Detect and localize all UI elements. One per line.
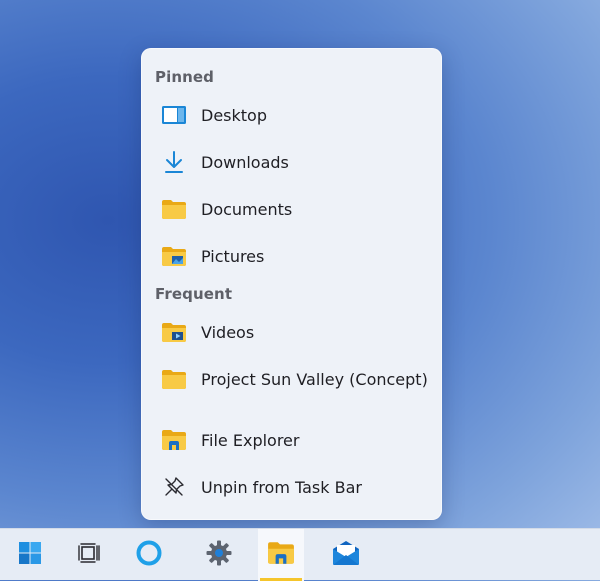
pinned-item-label: Desktop bbox=[201, 105, 267, 125]
action-label: Unpin from Task Bar bbox=[201, 477, 362, 497]
taskbar-task-view-button[interactable] bbox=[66, 529, 112, 581]
pinned-item-documents[interactable]: Documents bbox=[147, 189, 436, 229]
pinned-item-pictures[interactable]: Pictures bbox=[147, 236, 436, 276]
action-file-explorer[interactable]: File Explorer bbox=[147, 420, 436, 460]
pinned-header: Pinned bbox=[155, 68, 215, 86]
frequent-item-videos[interactable]: Videos bbox=[147, 312, 436, 352]
taskbar-mail-button[interactable] bbox=[323, 529, 369, 581]
frequent-header: Frequent bbox=[155, 285, 233, 303]
download-arrow-icon bbox=[161, 150, 187, 174]
pinned-item-downloads[interactable]: Downloads bbox=[147, 142, 436, 182]
pinned-item-desktop[interactable]: Desktop bbox=[147, 95, 436, 135]
taskbar bbox=[0, 528, 600, 581]
videos-folder-icon bbox=[161, 320, 187, 344]
taskbar-settings-button[interactable] bbox=[196, 529, 242, 581]
cortana-circle-icon bbox=[135, 539, 163, 571]
desktop-icon bbox=[161, 103, 187, 127]
taskbar-file-explorer-button[interactable] bbox=[258, 529, 304, 581]
taskbar-cortana-button[interactable] bbox=[126, 529, 172, 581]
folder-icon bbox=[161, 197, 187, 221]
action-label: File Explorer bbox=[201, 430, 300, 450]
mail-icon bbox=[331, 540, 361, 570]
taskbar-start-button[interactable] bbox=[7, 529, 53, 581]
unpin-icon bbox=[161, 475, 187, 499]
windows-start-icon bbox=[18, 541, 42, 569]
frequent-item-label: Project Sun Valley (Concept) bbox=[201, 369, 428, 389]
jump-list: Pinned Desktop Downloads Documents Pictu… bbox=[141, 48, 442, 520]
settings-gear-icon bbox=[205, 539, 233, 571]
frequent-item-label: Videos bbox=[201, 322, 255, 342]
pictures-folder-icon bbox=[161, 244, 187, 268]
folder-icon bbox=[161, 367, 187, 391]
pinned-item-label: Pictures bbox=[201, 246, 265, 266]
frequent-item-project-sun-valley[interactable]: Project Sun Valley (Concept) bbox=[147, 359, 436, 399]
pinned-item-label: Documents bbox=[201, 199, 293, 219]
task-view-icon bbox=[77, 542, 101, 568]
pinned-item-label: Downloads bbox=[201, 152, 289, 172]
file-explorer-icon bbox=[161, 428, 187, 452]
file-explorer-icon bbox=[267, 540, 295, 570]
action-unpin-from-taskbar[interactable]: Unpin from Task Bar bbox=[147, 467, 436, 507]
